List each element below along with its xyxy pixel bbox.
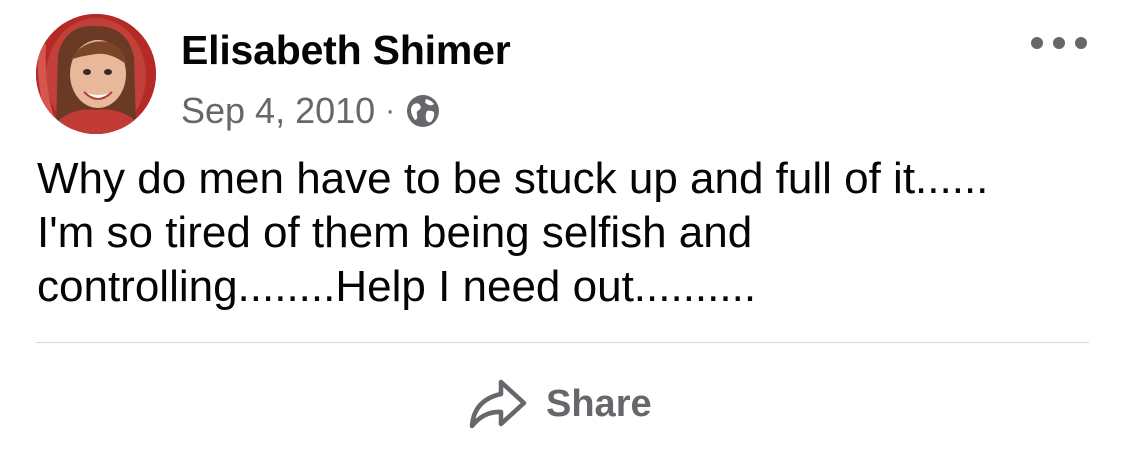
more-options-button[interactable] (1031, 28, 1087, 58)
more-dot (1053, 37, 1065, 49)
globe-icon[interactable] (405, 93, 441, 129)
share-label: Share (546, 382, 652, 425)
post-date[interactable]: Sep 4, 2010 (181, 90, 375, 132)
post-text: Why do men have to be stuck up and full … (37, 154, 989, 311)
avatar-photo (36, 14, 156, 134)
more-horizontal-icon (1031, 37, 1043, 49)
meta-separator: · (385, 94, 396, 127)
avatar[interactable] (36, 14, 156, 134)
author-name[interactable]: Elisabeth Shimer (181, 24, 511, 76)
post-meta: Sep 4, 2010 · (181, 88, 441, 134)
post-card: Elisabeth Shimer Sep 4, 2010 · Why do me… (0, 0, 1125, 463)
divider (36, 342, 1089, 343)
share-button[interactable]: Share (468, 374, 652, 434)
more-dot (1075, 37, 1087, 49)
share-arrow-icon (468, 376, 528, 432)
